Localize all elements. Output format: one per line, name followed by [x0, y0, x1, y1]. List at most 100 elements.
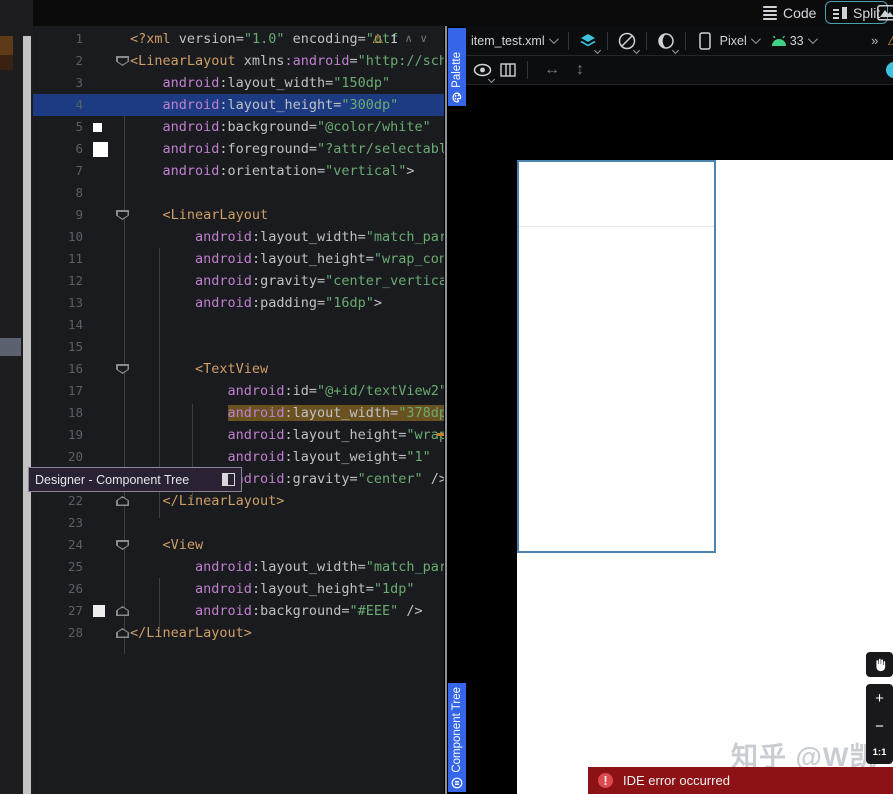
inspection-widget[interactable]: ⚠1∧∨ [372, 28, 428, 50]
fold-open-icon[interactable] [116, 56, 129, 66]
component-tree-tab[interactable]: Component Tree [448, 683, 466, 792]
night-mode-button[interactable] [655, 30, 677, 52]
code-line-19[interactable]: 19 android:layout_height="wrap_con [33, 424, 444, 446]
code-line-2[interactable]: 2<LinearLayout xmlns:android="http://sch… [33, 50, 444, 72]
layout-variants-button[interactable] [497, 59, 519, 81]
fold-open-icon[interactable] [116, 210, 129, 220]
api-level[interactable]: 33 [790, 34, 804, 48]
design-mode-icon[interactable] [877, 5, 893, 21]
code-token: > [406, 163, 414, 179]
linearlayout-preview-bounds[interactable] [517, 160, 716, 553]
code-token: "300dp" [341, 97, 398, 113]
code-text: android:background="#EEE" /> [130, 600, 423, 622]
code-token: :layout_width [219, 75, 325, 91]
fold-close-icon[interactable] [116, 496, 129, 506]
color-swatch-icon[interactable] [93, 605, 105, 617]
code-line-17[interactable]: 17 android:id="@+id/textView2" [33, 380, 444, 402]
code-mode-button[interactable]: Code [763, 2, 816, 24]
code-token: "378dp" [398, 405, 444, 421]
code-line-22[interactable]: 22 </LinearLayout> [33, 490, 444, 512]
code-token: android [228, 383, 285, 399]
code-line-18[interactable]: 18 android:layout_width="378dp" [33, 402, 444, 424]
line-number: 27 [33, 600, 83, 622]
code-line-1[interactable]: 1<?xml version="1.0" encoding="utf⚠1∧∨ [33, 28, 444, 50]
code-line-14[interactable]: 14 [33, 314, 444, 336]
code-token: "http://schemas [358, 53, 444, 69]
horizontal-resize-icon[interactable]: ↔ [544, 61, 560, 79]
code-token: = [358, 559, 366, 575]
code-token: "1.0" [244, 31, 285, 47]
code-token [130, 603, 195, 619]
orientation-button[interactable] [616, 30, 638, 52]
zoom-reset-button[interactable]: 1:1 [873, 748, 887, 758]
code-line-8[interactable]: 8 [33, 182, 444, 204]
code-token: "center" [358, 471, 423, 487]
code-editor[interactable]: 1<?xml version="1.0" encoding="utf⚠1∧∨2<… [33, 26, 444, 794]
code-line-23[interactable]: 23 [33, 512, 444, 534]
code-line-25[interactable]: 25 android:layout_width="match_parent" [33, 556, 444, 578]
eye-icon [473, 63, 492, 77]
color-swatch-icon[interactable] [93, 123, 102, 132]
fold-open-icon[interactable] [116, 364, 129, 374]
line-number: 8 [33, 182, 83, 204]
prev-problem-button[interactable]: ∧ [405, 28, 413, 50]
next-problem-button[interactable]: ∨ [420, 28, 428, 50]
code-text: <View [130, 534, 203, 556]
code-line-3[interactable]: 3 android:layout_width="150dp" [33, 72, 444, 94]
code-line-7[interactable]: 7 android:orientation="vertical"> [33, 160, 444, 182]
code-token: android [163, 97, 220, 113]
pan-tool-button[interactable] [866, 652, 893, 677]
code-line-28[interactable]: 28</LinearLayout> [33, 622, 444, 644]
editor-mode-bar: Code Split [0, 0, 893, 26]
code-line-10[interactable]: 10 android:layout_width="match_parent" [33, 226, 444, 248]
code-token: :orientation [219, 163, 317, 179]
code-token: :background [219, 119, 308, 135]
ide-error-banner[interactable]: ! IDE error occurred [588, 767, 893, 794]
device-name[interactable]: Pixel [720, 34, 747, 48]
occurrence-marker [437, 433, 444, 436]
code-token: :background [252, 603, 341, 619]
code-line-9[interactable]: 9 <LinearLayout [33, 204, 444, 226]
api-selector[interactable] [768, 30, 790, 52]
code-line-16[interactable]: 16 <TextView [33, 358, 444, 380]
code-token [130, 383, 228, 399]
fold-icon-inner [118, 58, 128, 65]
fold-open-icon[interactable] [116, 540, 129, 550]
code-line-4[interactable]: 4 android:layout_height="300dp" [33, 94, 444, 116]
night-mode-icon [657, 32, 675, 50]
view-options-button[interactable] [471, 59, 493, 81]
code-line-6[interactable]: 6 android:foreground="?attr/selectableIt… [33, 138, 444, 160]
palette-tab[interactable]: Palette [448, 28, 466, 106]
code-token: = [366, 581, 374, 597]
code-line-5[interactable]: 5 android:background="@color/white" [33, 116, 444, 138]
code-line-15[interactable]: 15 [33, 336, 444, 358]
window-edge-scrollbar[interactable] [23, 36, 31, 794]
zoom-in-button[interactable]: + [875, 691, 884, 706]
code-token: :android [284, 53, 349, 69]
fold-close-icon[interactable] [116, 628, 129, 638]
code-line-20[interactable]: 20 android:layout_weight="1" [33, 446, 444, 468]
design-surface-layers-button[interactable] [577, 30, 599, 52]
code-token: "match_parent" [366, 229, 444, 245]
color-swatch-icon[interactable] [93, 142, 108, 157]
code-token: :layout_height [252, 251, 366, 267]
code-line-24[interactable]: 24 <View [33, 534, 444, 556]
code-token: android [195, 295, 252, 311]
code-line-13[interactable]: 13 android:padding="16dp"> [33, 292, 444, 314]
vertical-resize-icon[interactable]: ↕ [576, 61, 584, 79]
code-token [130, 295, 195, 311]
zoom-out-button[interactable]: − [875, 719, 884, 734]
warning-icon[interactable]: ⚠ [887, 33, 893, 49]
code-text: <LinearLayout xmlns:android="http://sche… [130, 50, 444, 72]
device-selector[interactable] [694, 30, 716, 52]
code-line-27[interactable]: 27 android:background="#EEE" /> [33, 600, 444, 622]
code-line-26[interactable]: 26 android:layout_height="1dp" [33, 578, 444, 600]
split-icon [833, 7, 847, 19]
code-token: "vertical" [325, 163, 406, 179]
toolbar-overflow-button[interactable]: » [871, 33, 879, 48]
render-status-icon[interactable] [886, 62, 893, 78]
file-selector[interactable]: item_test.xml [471, 34, 545, 48]
code-line-12[interactable]: 12 android:gravity="center_vertical" [33, 270, 444, 292]
code-line-11[interactable]: 11 android:layout_height="wrap_content [33, 248, 444, 270]
fold-close-icon[interactable] [116, 606, 129, 616]
